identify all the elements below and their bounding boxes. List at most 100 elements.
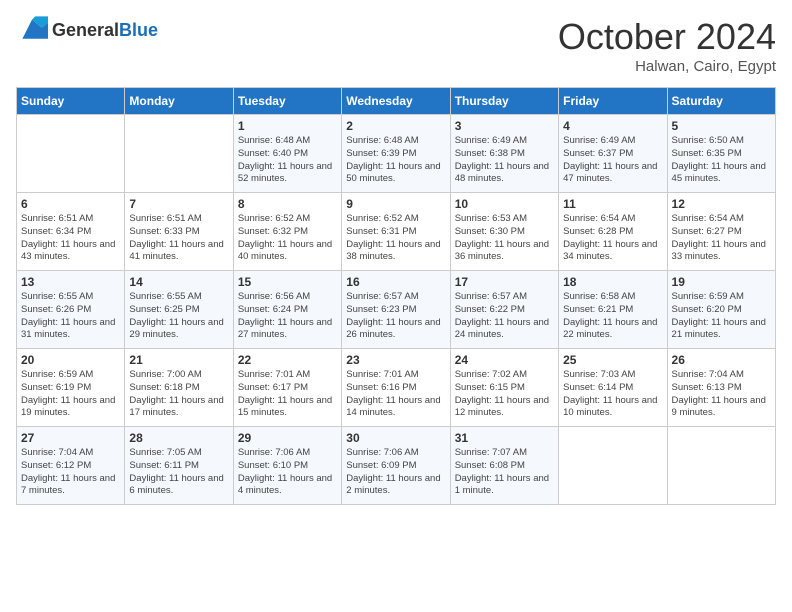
day-info: Sunrise: 6:52 AM Sunset: 6:32 PM Dayligh… [238, 213, 337, 264]
day-info: Sunrise: 7:05 AM Sunset: 6:11 PM Dayligh… [129, 447, 228, 498]
day-number: 12 [672, 197, 771, 211]
day-number: 6 [21, 197, 120, 211]
day-number: 25 [563, 353, 662, 367]
day-number: 19 [672, 275, 771, 289]
calendar-cell: 25 Sunrise: 7:03 AM Sunset: 6:14 PM Dayli… [559, 349, 667, 427]
day-number: 23 [346, 353, 445, 367]
calendar-cell: 30Sunrise: 7:06 AM Sunset: 6:09 PM Dayli… [342, 427, 450, 505]
day-number: 24 [455, 353, 554, 367]
day-number: 15 [238, 275, 337, 289]
calendar-cell: 5 Sunrise: 6:50 AM Sunset: 6:35 PM Daylig… [667, 115, 775, 193]
day-info: Sunrise: 7:04 AM Sunset: 6:13 PM Dayligh… [672, 369, 771, 420]
day-number: 13 [21, 275, 120, 289]
day-info: Sunrise: 7:01 AM Sunset: 6:16 PM Dayligh… [346, 369, 445, 420]
calendar-week-2: 6Sunrise: 6:51 AM Sunset: 6:34 PM Daylig… [17, 193, 776, 271]
calendar-cell: 1 Sunrise: 6:48 AM Sunset: 6:40 PM Daylig… [233, 115, 341, 193]
calendar-cell: 26Sunrise: 7:04 AM Sunset: 6:13 PM Dayli… [667, 349, 775, 427]
calendar-cell: 12 Sunrise: 6:54 AM Sunset: 6:27 PM Dayli… [667, 193, 775, 271]
day-number: 17 [455, 275, 554, 289]
weekday-header-wednesday: Wednesday [342, 88, 450, 115]
calendar-cell: 11 Sunrise: 6:54 AM Sunset: 6:28 PM Dayli… [559, 193, 667, 271]
day-info: Sunrise: 6:53 AM Sunset: 6:30 PM Dayligh… [455, 213, 554, 264]
calendar-cell: 7 Sunrise: 6:51 AM Sunset: 6:33 PM Daylig… [125, 193, 233, 271]
calendar-cell: 20 Sunrise: 6:59 AM Sunset: 6:19 PM Dayli… [17, 349, 125, 427]
day-number: 2 [346, 119, 445, 133]
day-number: 1 [238, 119, 337, 133]
calendar-table: SundayMondayTuesdayWednesdayThursdayFrid… [16, 87, 776, 505]
calendar-cell: 10 Sunrise: 6:53 AM Sunset: 6:30 PM Dayli… [450, 193, 558, 271]
day-number: 10 [455, 197, 554, 211]
calendar-cell [17, 115, 125, 193]
day-number: 22 [238, 353, 337, 367]
day-number: 29 [238, 431, 337, 445]
day-number: 27 [21, 431, 120, 445]
calendar-week-4: 20 Sunrise: 6:59 AM Sunset: 6:19 PM Dayli… [17, 349, 776, 427]
weekday-header-sunday: Sunday [17, 88, 125, 115]
calendar-cell: 18Sunrise: 6:58 AM Sunset: 6:21 PM Dayli… [559, 271, 667, 349]
calendar-cell: 21 Sunrise: 7:00 AM Sunset: 6:18 PM Dayli… [125, 349, 233, 427]
day-info: Sunrise: 6:55 AM Sunset: 6:25 PM Dayligh… [129, 291, 228, 342]
day-info: Sunrise: 7:07 AM Sunset: 6:08 PM Dayligh… [455, 447, 554, 498]
day-info: Sunrise: 6:57 AM Sunset: 6:22 PM Dayligh… [455, 291, 554, 342]
calendar-cell: 24Sunrise: 7:02 AM Sunset: 6:15 PM Dayli… [450, 349, 558, 427]
day-info: Sunrise: 6:59 AM Sunset: 6:19 PM Dayligh… [21, 369, 120, 420]
weekday-header-row: SundayMondayTuesdayWednesdayThursdayFrid… [17, 88, 776, 115]
calendar-cell: 22 Sunrise: 7:01 AM Sunset: 6:17 PM Dayli… [233, 349, 341, 427]
day-info: Sunrise: 7:04 AM Sunset: 6:12 PM Dayligh… [21, 447, 120, 498]
calendar-cell: 3Sunrise: 6:49 AM Sunset: 6:38 PM Daylig… [450, 115, 558, 193]
weekday-header-friday: Friday [559, 88, 667, 115]
day-number: 20 [21, 353, 120, 367]
day-info: Sunrise: 6:48 AM Sunset: 6:39 PM Dayligh… [346, 135, 445, 186]
calendar-cell: 14 Sunrise: 6:55 AM Sunset: 6:25 PM Dayli… [125, 271, 233, 349]
calendar-cell: 15Sunrise: 6:56 AM Sunset: 6:24 PM Dayli… [233, 271, 341, 349]
day-info: Sunrise: 6:54 AM Sunset: 6:27 PM Dayligh… [672, 213, 771, 264]
day-number: 3 [455, 119, 554, 133]
calendar-cell: 28 Sunrise: 7:05 AM Sunset: 6:11 PM Dayli… [125, 427, 233, 505]
weekday-header-thursday: Thursday [450, 88, 558, 115]
day-number: 5 [672, 119, 771, 133]
logo-icon [16, 16, 48, 44]
logo: GeneralBlue [16, 16, 158, 44]
day-info: Sunrise: 7:01 AM Sunset: 6:17 PM Dayligh… [238, 369, 337, 420]
day-number: 14 [129, 275, 228, 289]
calendar-cell: 29Sunrise: 7:06 AM Sunset: 6:10 PM Dayli… [233, 427, 341, 505]
calendar-cell: 16 Sunrise: 6:57 AM Sunset: 6:23 PM Dayli… [342, 271, 450, 349]
calendar-week-5: 27 Sunrise: 7:04 AM Sunset: 6:12 PM Dayli… [17, 427, 776, 505]
day-info: Sunrise: 6:52 AM Sunset: 6:31 PM Dayligh… [346, 213, 445, 264]
day-info: Sunrise: 6:49 AM Sunset: 6:37 PM Dayligh… [563, 135, 662, 186]
day-number: 8 [238, 197, 337, 211]
calendar-cell: 31Sunrise: 7:07 AM Sunset: 6:08 PM Dayli… [450, 427, 558, 505]
calendar-cell: 9Sunrise: 6:52 AM Sunset: 6:31 PM Daylig… [342, 193, 450, 271]
day-number: 7 [129, 197, 228, 211]
weekday-header-tuesday: Tuesday [233, 88, 341, 115]
day-info: Sunrise: 7:00 AM Sunset: 6:18 PM Dayligh… [129, 369, 228, 420]
calendar-cell: 2 Sunrise: 6:48 AM Sunset: 6:39 PM Daylig… [342, 115, 450, 193]
day-info: Sunrise: 6:55 AM Sunset: 6:26 PM Dayligh… [21, 291, 120, 342]
weekday-header-saturday: Saturday [667, 88, 775, 115]
logo-text-blue: Blue [119, 20, 158, 40]
calendar-cell: 8 Sunrise: 6:52 AM Sunset: 6:32 PM Daylig… [233, 193, 341, 271]
day-info: Sunrise: 6:51 AM Sunset: 6:33 PM Dayligh… [129, 213, 228, 264]
day-number: 21 [129, 353, 228, 367]
calendar-cell [559, 427, 667, 505]
logo-text-general: General [52, 20, 119, 40]
calendar-cell: 13 Sunrise: 6:55 AM Sunset: 6:26 PM Dayli… [17, 271, 125, 349]
day-info: Sunrise: 6:48 AM Sunset: 6:40 PM Dayligh… [238, 135, 337, 186]
day-info: Sunrise: 6:57 AM Sunset: 6:23 PM Dayligh… [346, 291, 445, 342]
day-info: Sunrise: 6:54 AM Sunset: 6:28 PM Dayligh… [563, 213, 662, 264]
calendar-title: October 2024 [558, 16, 776, 58]
weekday-header-monday: Monday [125, 88, 233, 115]
calendar-cell: 17 Sunrise: 6:57 AM Sunset: 6:22 PM Dayli… [450, 271, 558, 349]
day-number: 30 [346, 431, 445, 445]
day-number: 28 [129, 431, 228, 445]
day-info: Sunrise: 7:03 AM Sunset: 6:14 PM Dayligh… [563, 369, 662, 420]
title-block: October 2024 Halwan, Cairo, Egypt [558, 16, 776, 75]
day-info: Sunrise: 6:58 AM Sunset: 6:21 PM Dayligh… [563, 291, 662, 342]
day-number: 11 [563, 197, 662, 211]
calendar-cell: 27 Sunrise: 7:04 AM Sunset: 6:12 PM Dayli… [17, 427, 125, 505]
day-info: Sunrise: 6:50 AM Sunset: 6:35 PM Dayligh… [672, 135, 771, 186]
calendar-cell [667, 427, 775, 505]
calendar-cell: 6Sunrise: 6:51 AM Sunset: 6:34 PM Daylig… [17, 193, 125, 271]
day-number: 16 [346, 275, 445, 289]
calendar-week-1: 1 Sunrise: 6:48 AM Sunset: 6:40 PM Daylig… [17, 115, 776, 193]
